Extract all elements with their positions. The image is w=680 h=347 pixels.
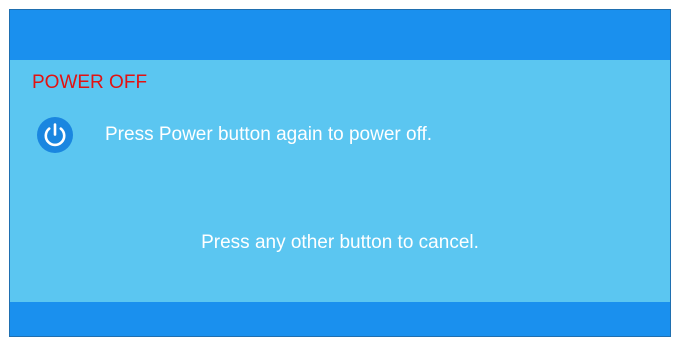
power-icon (37, 117, 73, 153)
power-off-message: Press Power button again to power off. (105, 124, 433, 145)
dialog-footer-bar (10, 302, 670, 336)
cancel-hint: Press any other button to cancel. (201, 232, 479, 253)
dialog-header-bar (10, 10, 670, 60)
dialog-title: POWER OFF (32, 72, 148, 93)
power-off-dialog: POWER OFF Press Power button again to po… (9, 9, 671, 337)
